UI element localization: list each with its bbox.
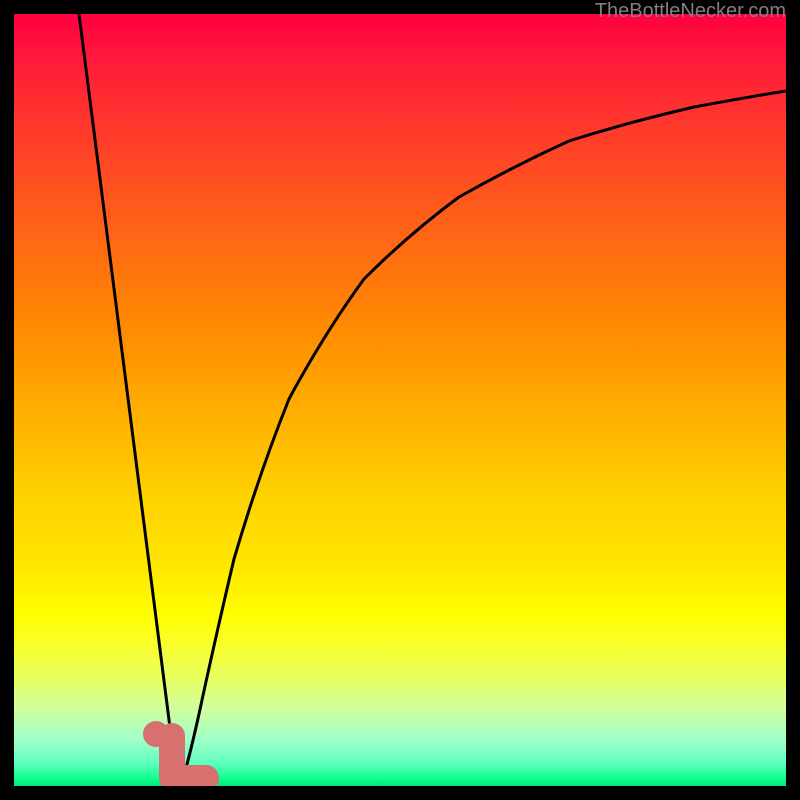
plot-area [14,14,786,786]
right-curve [182,91,786,782]
chart-container: TheBottleNecker.com [0,0,800,800]
left-curve [79,14,174,759]
chart-svg [14,14,786,786]
watermark: TheBottleNecker.com [595,0,786,23]
